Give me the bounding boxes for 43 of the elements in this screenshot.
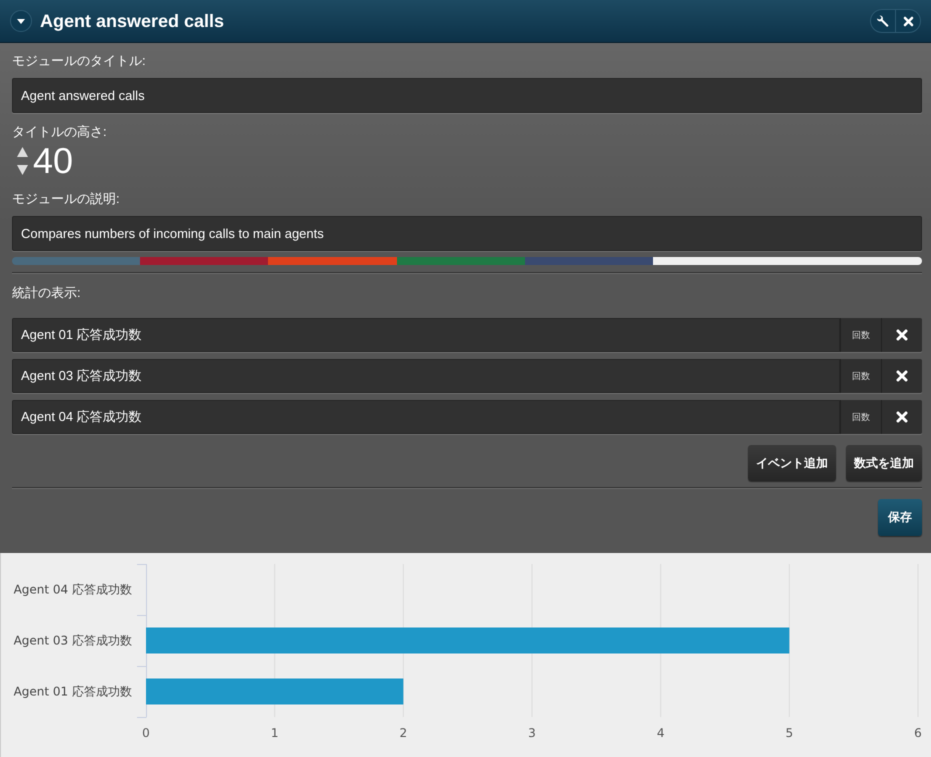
axis-tick-label: 1 — [270, 726, 278, 740]
close-icon — [896, 370, 908, 382]
category-label: Agent 01 応答成功数 — [14, 684, 132, 698]
axis-tick-label: 4 — [656, 726, 664, 740]
description-input[interactable]: Compares numbers of incoming calls to main agents — [12, 216, 922, 251]
field-label: 統計の表示: — [12, 284, 82, 301]
unit-button[interactable]: 回数 — [840, 359, 881, 393]
unit-button[interactable]: 回数 — [840, 400, 881, 434]
axis-tick-label: 0 — [142, 726, 150, 740]
category-label: Agent 03 応答成功数 — [14, 634, 132, 648]
color-swatch[interactable] — [396, 257, 525, 265]
unit-button[interactable]: 回数 — [840, 318, 881, 352]
statistic-field[interactable]: Agent 03 応答成功数 — [12, 359, 840, 393]
field-label: モジュールのタイトル: — [12, 52, 147, 69]
remove-button[interactable] — [881, 318, 922, 352]
field-label: タイトルの高さ: — [12, 123, 108, 140]
window-title: Agent answered calls — [40, 10, 226, 32]
wrench-icon — [876, 14, 889, 28]
close-icon — [896, 329, 908, 341]
remove-button[interactable] — [881, 400, 922, 434]
spinner-icon[interactable] — [16, 146, 29, 176]
color-swatch[interactable] — [652, 257, 922, 265]
title-input[interactable]: Agent answered calls — [12, 78, 922, 113]
axis-tick-label: 3 — [528, 726, 536, 740]
axis-tick-label: 6 — [914, 726, 922, 740]
height-value[interactable]: 40 — [33, 141, 74, 181]
color-swatch[interactable] — [524, 257, 653, 265]
field-label: モジュールの説明: — [12, 190, 121, 207]
collapse-icon[interactable] — [10, 10, 32, 32]
color-swatch[interactable] — [140, 257, 268, 265]
axis-tick-label: 2 — [400, 726, 408, 740]
save-button[interactable]: 保存 — [878, 499, 922, 536]
statistic-field[interactable]: Agent 01 応答成功数 — [12, 318, 840, 352]
category-label: Agent 04 応答成功数 — [14, 582, 132, 596]
close-icon — [903, 16, 914, 26]
close-icon — [896, 411, 908, 423]
remove-button[interactable] — [881, 359, 922, 393]
color-swatch[interactable] — [268, 257, 397, 265]
color-swatch[interactable] — [12, 257, 140, 265]
statistic-field[interactable]: Agent 04 応答成功数 — [12, 400, 840, 434]
add-button[interactable]: イベント追加 — [748, 445, 836, 481]
add-button[interactable]: 数式を追加 — [846, 445, 922, 481]
axis-tick-label: 5 — [786, 726, 794, 740]
